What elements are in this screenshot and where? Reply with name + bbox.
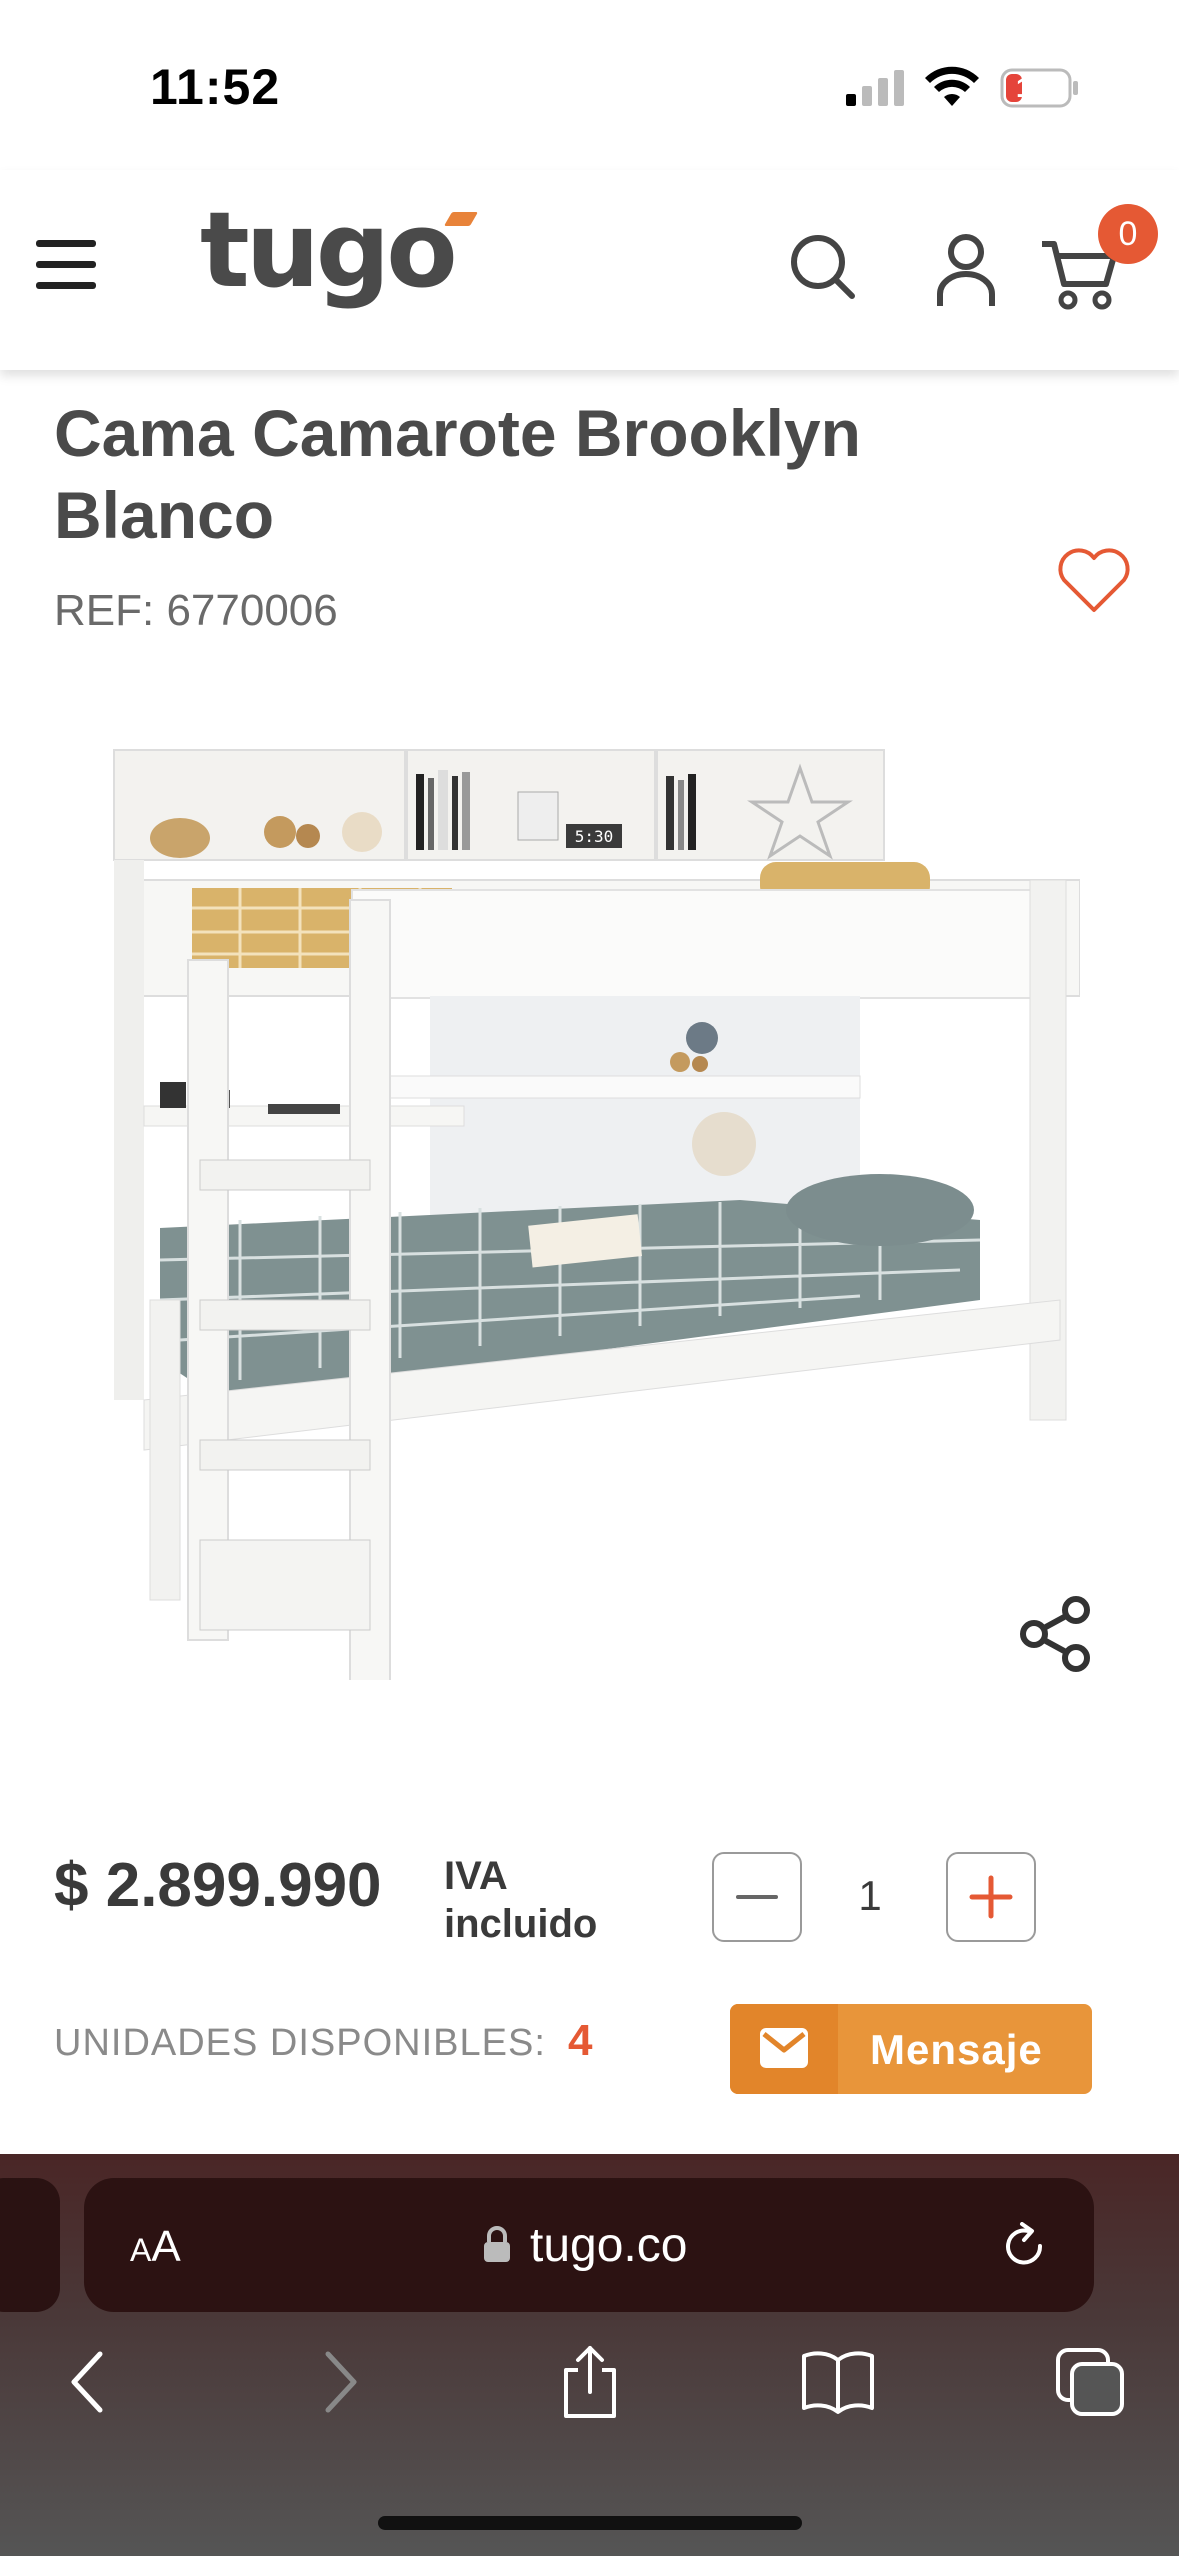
product-price: $ 2.899.990 [54,1851,382,1920]
previous-tab-preview[interactable] [0,2178,60,2312]
battery-icon: 12 [1000,68,1080,108]
url-text[interactable]: tugo.co [530,2218,687,2273]
battery-level: 12 [1016,72,1048,103]
hamburger-icon[interactable] [36,240,96,292]
message-button-label: Mensaje [870,2026,1043,2073]
share-icon[interactable] [1016,1594,1096,1674]
search-icon[interactable] [788,232,858,302]
reload-icon[interactable] [1000,2222,1050,2272]
back-icon[interactable] [50,2344,126,2420]
image-clock-text: 5:30 [575,827,614,846]
units-available-value: 4 [568,2016,593,2065]
quantity-value[interactable]: 1 [840,1872,900,1920]
bookmarks-icon[interactable] [800,2344,876,2420]
home-indicator [378,2516,802,2530]
browser-nav-row [0,2344,1179,2444]
site-header: tugo 0 [0,170,1179,370]
message-icon-box [730,2004,838,2094]
wifi-icon [925,66,979,106]
reader-options-button[interactable]: AA [130,2222,181,2272]
signal-icon [846,70,904,106]
status-time: 11:52 [150,59,281,115]
minus-icon [736,1895,778,1899]
plus-icon [969,1875,1013,1919]
iva-note: IVA incluido [444,1854,598,1946]
user-icon[interactable] [934,232,998,308]
browser-toolbar: AA tugo.co [0,2154,1179,2556]
site-logo[interactable]: tugo [200,198,458,302]
lock-icon [484,2226,510,2262]
envelope-icon [760,2028,808,2068]
status-bar: 11:52 12 [0,0,1179,170]
quantity-increase-button[interactable] [946,1852,1036,1942]
product-ref: REF: 6770006 [54,586,338,635]
share-sheet-icon[interactable] [552,2344,628,2420]
product-title: Cama Camarote Brooklyn Blanco [54,396,861,552]
units-available-label: UNIDADES DISPONIBLES: [54,2022,546,2064]
quantity-decrease-button[interactable] [712,1852,802,1942]
address-bar[interactable]: AA tugo.co [84,2178,1094,2312]
product-image[interactable]: 5:30 [100,740,1080,1680]
tabs-icon[interactable] [1052,2344,1128,2420]
message-button[interactable]: Mensaje [730,2004,1092,2094]
cart-count-badge: 0 [1098,204,1158,264]
forward-icon[interactable] [302,2344,378,2420]
heart-icon[interactable] [1056,546,1132,616]
